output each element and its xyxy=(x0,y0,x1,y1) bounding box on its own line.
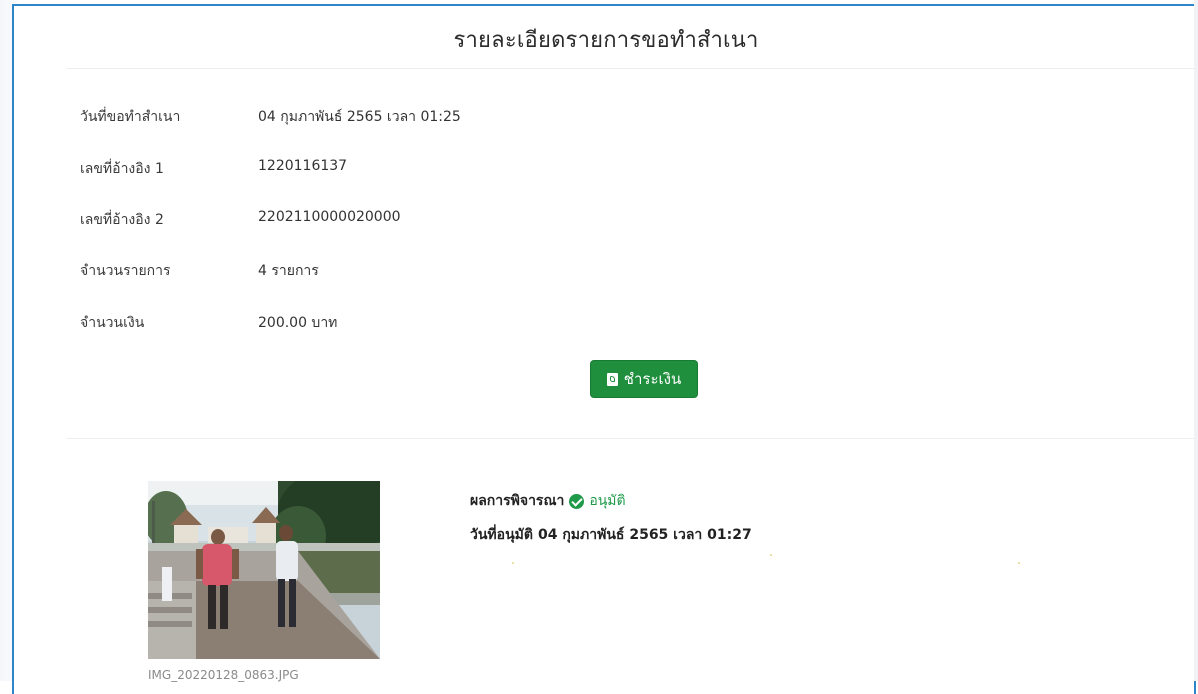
scan-speck xyxy=(512,562,514,564)
amount-value: 200.00 บาท xyxy=(258,315,338,331)
attachment-filename: IMG_20220128_0863.JPG xyxy=(148,668,299,682)
file-pdf-icon xyxy=(606,372,618,386)
review-result-label: ผลการพิจารณา xyxy=(470,493,565,509)
item-count-value: 4 รายการ xyxy=(258,263,319,279)
scan-speck xyxy=(1018,562,1020,564)
reference-2-label: เลขที่อ้างอิง 2 xyxy=(80,212,164,228)
pay-button[interactable]: ชำระเงิน xyxy=(590,360,698,398)
reference-1-value: 1220116137 xyxy=(258,158,348,174)
header-divider xyxy=(66,68,1196,69)
request-date-value: 04 กุมภาพันธ์ 2565 เวลา 01:25 xyxy=(258,109,461,125)
approval-date-value: 04 กุมภาพันธ์ 2565 เวลา 01:27 xyxy=(537,527,752,543)
status-badge: อนุมัติ xyxy=(589,493,626,509)
details-card: รายละเอียดรายการขอทำสำเนา วันที่ขอทำสำเน… xyxy=(12,4,1196,694)
approval-date-label: วันที่อนุมัติ xyxy=(470,527,533,543)
scan-speck xyxy=(770,554,772,556)
page-right-edge xyxy=(1194,0,1198,681)
pay-button-label: ชำระเงิน xyxy=(623,370,682,388)
request-date-label: วันที่ขอทำสำเนา xyxy=(80,109,181,125)
item-count-label: จำนวนรายการ xyxy=(80,263,171,279)
approval-date: วันที่อนุมัติ 04 กุมภาพันธ์ 2565 เวลา 01:… xyxy=(470,524,752,546)
amount-label: จำนวนเงิน xyxy=(80,315,145,331)
review-result: ผลการพิจารณา อนุมัติ xyxy=(470,490,626,512)
reference-1-label: เลขที่อ้างอิง 1 xyxy=(80,161,164,177)
page-title: รายละเอียดรายการขอทำสำเนา xyxy=(453,28,759,53)
attachment-photo[interactable] xyxy=(148,481,380,659)
section-divider xyxy=(66,438,1196,439)
attachment-photo-image xyxy=(148,481,380,659)
check-circle-icon xyxy=(569,493,585,509)
reference-2-value: 2202110000020000 xyxy=(258,209,401,225)
